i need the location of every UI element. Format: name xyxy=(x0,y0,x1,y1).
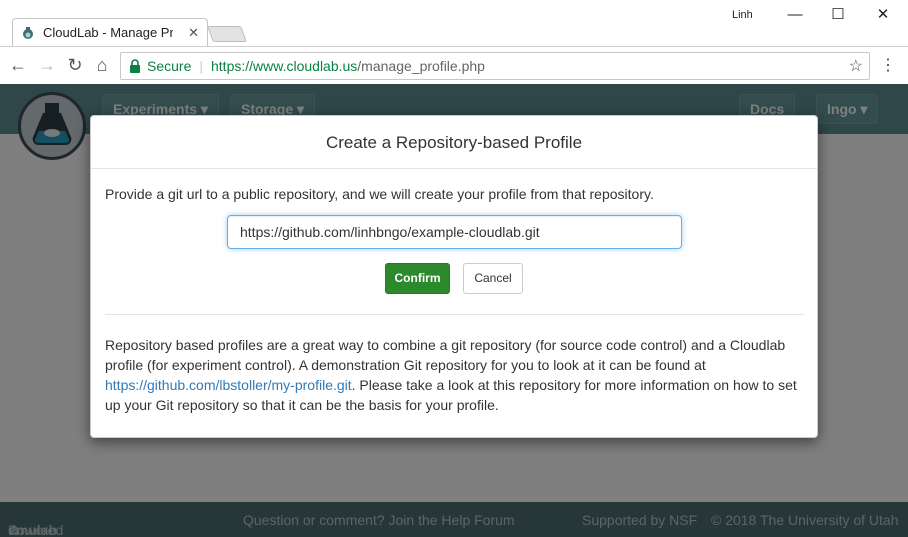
browser-tab[interactable]: CloudLab - Manage Prof ✕ xyxy=(12,18,208,46)
maximize-icon[interactable]: ☐ xyxy=(828,5,848,25)
lock-icon xyxy=(129,59,141,73)
back-arrow-icon[interactable]: ← xyxy=(8,55,28,75)
url-host: https://www.cloudlab.us xyxy=(211,58,358,74)
home-icon[interactable]: ⌂ xyxy=(92,55,112,75)
bookmark-star-icon[interactable]: ☆ xyxy=(849,56,863,76)
cancel-button[interactable]: Cancel xyxy=(463,263,523,294)
address-separator: | xyxy=(199,58,203,74)
confirm-button[interactable]: Confirm xyxy=(385,263,450,294)
minimize-icon[interactable]: — xyxy=(785,5,805,25)
secure-label: Secure xyxy=(147,58,192,74)
modal-info-text: Repository based profiles are a great wa… xyxy=(105,335,805,415)
browser-menu-icon[interactable]: ⋮ xyxy=(880,55,896,75)
cloudlab-favicon-icon xyxy=(21,26,35,40)
reload-icon[interactable]: ↻ xyxy=(65,55,85,75)
git-url-input[interactable] xyxy=(227,215,682,249)
new-tab-button[interactable] xyxy=(207,26,247,42)
url-path: /manage_profile.php xyxy=(357,58,485,74)
modal-title: Create a Repository-based Profile xyxy=(91,116,817,169)
browser-toolbar: ← → ↻ ⌂ Secure | https://www.cloudlab.us… xyxy=(0,46,908,84)
modal-divider xyxy=(105,314,804,315)
forward-arrow-icon[interactable]: → xyxy=(37,55,57,75)
create-profile-modal: Create a Repository-based Profile Provid… xyxy=(90,115,818,438)
modal-prompt: Provide a git url to a public repository… xyxy=(105,186,654,202)
tab-title: CloudLab - Manage Prof xyxy=(43,25,173,40)
address-bar[interactable]: Secure | https://www.cloudlab.us /manage… xyxy=(120,52,870,80)
tab-close-icon[interactable]: ✕ xyxy=(188,25,199,41)
browser-profile-name[interactable]: Linh xyxy=(732,9,753,21)
close-window-icon[interactable]: ✕ xyxy=(873,5,893,25)
browser-titlebar: CloudLab - Manage Prof ✕ Linh — ☐ ✕ xyxy=(0,0,908,46)
example-repo-link[interactable]: https://github.com/lbstoller/my-profile.… xyxy=(105,377,352,393)
info-text-before: Repository based profiles are a great wa… xyxy=(105,337,786,373)
